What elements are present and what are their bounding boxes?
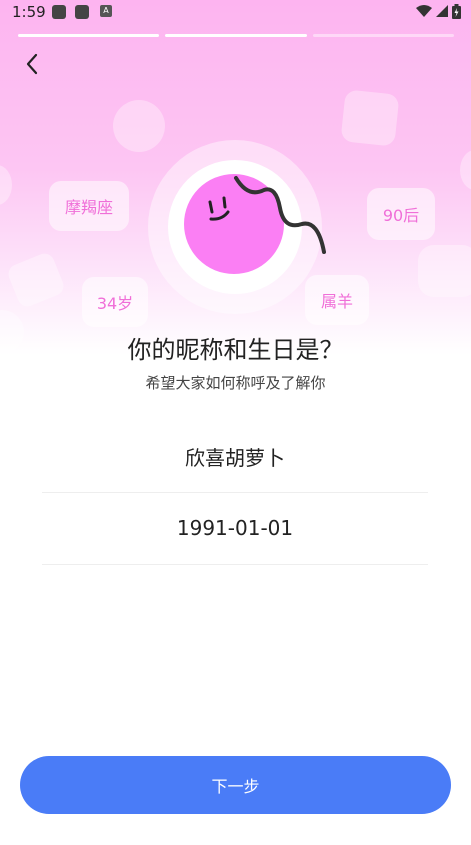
battery-icon — [452, 4, 461, 19]
tag-zodiac: 摩羯座 — [49, 181, 129, 231]
progress-step-1 — [18, 34, 160, 37]
status-time: 1:59 — [12, 3, 46, 21]
chevron-left-icon — [26, 53, 38, 75]
birthday-field[interactable]: 1991-01-01 — [42, 492, 428, 565]
step-progress — [18, 34, 454, 37]
avatar-mascot-icon — [184, 174, 326, 274]
app-notification-icon — [75, 5, 89, 19]
page-title: 你的昵称和生日是？ — [127, 336, 344, 364]
back-button[interactable] — [18, 50, 46, 78]
wifi-icon — [416, 5, 432, 17]
decor-square — [418, 245, 471, 297]
progress-step-2 — [165, 34, 307, 37]
font-notification-icon: A — [100, 5, 112, 17]
tag-chinese-zodiac: 属羊 — [305, 275, 369, 325]
status-bar: 1:59 A — [0, 0, 471, 24]
app-notification-icon — [52, 5, 66, 19]
next-button[interactable]: 下一步 — [20, 756, 451, 814]
page-subtitle: 希望大家如何称呼及了解你 — [145, 374, 326, 392]
signal-icon — [436, 5, 448, 17]
tag-generation: 90后 — [367, 188, 435, 240]
nickname-field[interactable]: 欣喜胡萝卜 — [42, 420, 428, 493]
decor-square — [340, 89, 400, 147]
decor-triangle — [5, 250, 67, 310]
decor-circle — [460, 150, 471, 190]
decor-circle — [113, 100, 165, 152]
tag-age: 34岁 — [82, 277, 148, 327]
status-icons — [416, 4, 461, 19]
progress-step-3 — [312, 34, 454, 37]
decor-circle — [0, 165, 12, 205]
